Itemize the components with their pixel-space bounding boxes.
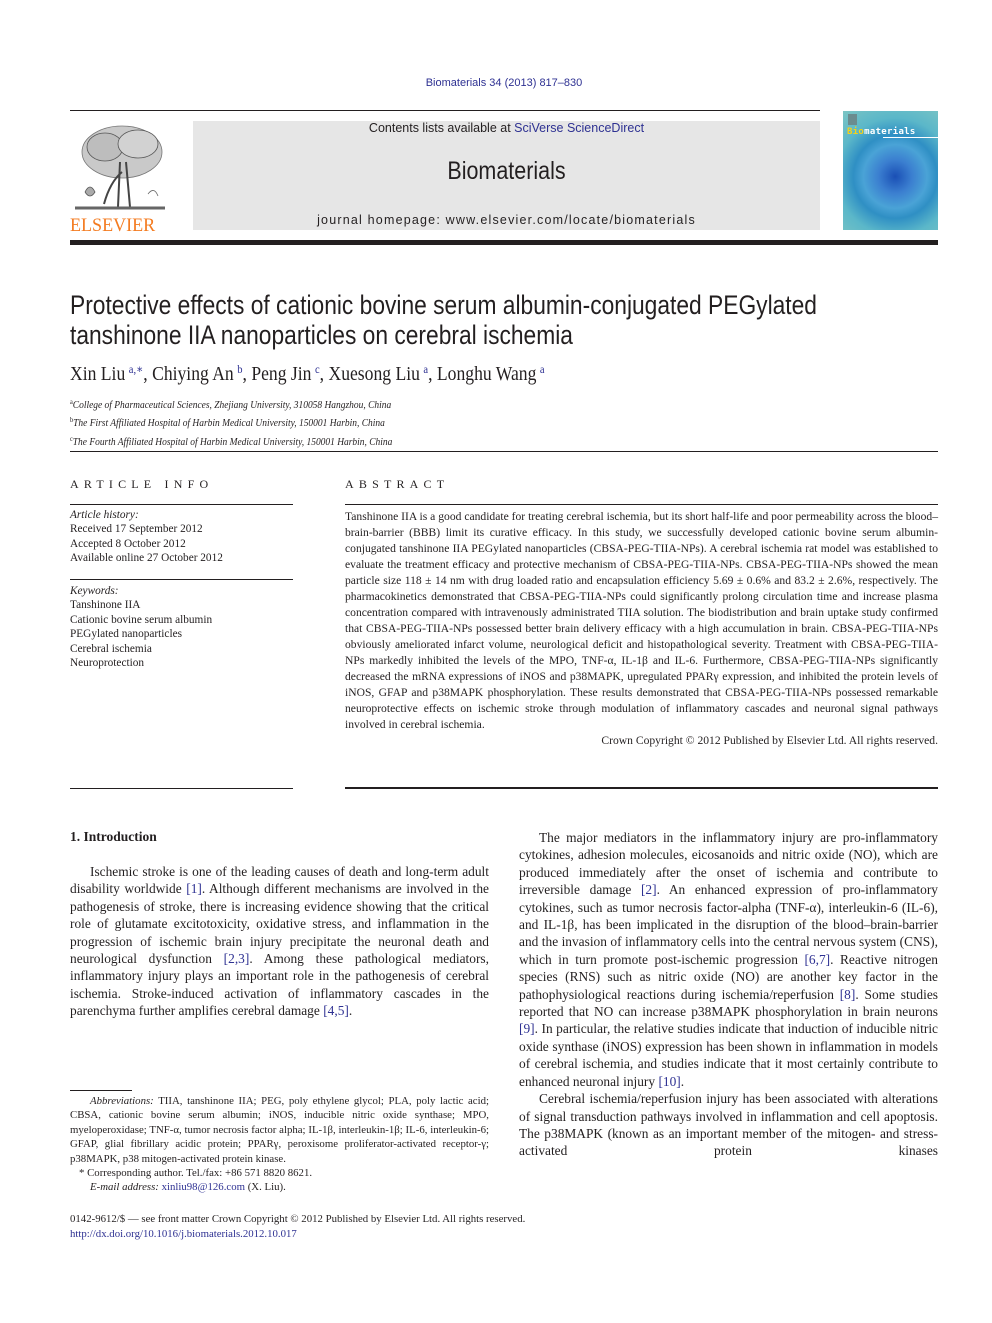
abbreviations-footnote: Abbreviations: TIIA, tanshinone IIA; PEG… — [70, 1095, 489, 1165]
contents-line: Contents lists available at SciVerse Sci… — [193, 121, 820, 135]
article-info-rule — [70, 504, 293, 505]
affiliations: aCollege of Pharmaceutical Sciences, Zhe… — [70, 395, 392, 450]
author-name[interactable]: Peng Jin — [251, 363, 315, 385]
author-name[interactable]: Xin Liu — [70, 363, 129, 385]
sciencedirect-link[interactable]: SciVerse ScienceDirect — [514, 121, 644, 135]
intro-paragraph-1: Ischemic stroke is one of the leading ca… — [70, 864, 489, 1019]
affiliation: cThe Fourth Affiliated Hospital of Harbi… — [70, 434, 393, 448]
email-link[interactable]: xinliu98@126.com — [162, 1181, 245, 1193]
keywords: Keywords: Tanshinone IIA Cationic bovine… — [70, 584, 293, 670]
journal-reference[interactable]: Biomaterials 34 (2013) 817–830 — [0, 77, 992, 89]
title-line-2: tanshinone IIA nanoparticles on cerebral… — [70, 320, 573, 350]
affiliation-marker: a — [70, 398, 73, 406]
elsevier-tree-icon — [75, 125, 165, 210]
abstract-rule — [345, 504, 938, 505]
keyword: Cationic bovine serum albumin — [70, 613, 213, 626]
article-title: Protective effects of cationic bovine se… — [70, 290, 818, 350]
abstract-copyright: Crown Copyright © 2012 Published by Else… — [601, 734, 938, 747]
intro-paragraph-2: The major mediators in the inflammatory … — [519, 830, 939, 1089]
affiliation-marker: c — [70, 434, 73, 443]
author-affiliation-marker[interactable]: a — [540, 362, 545, 376]
article-info-heading: ARTICLE INFO — [70, 477, 214, 491]
intro-right-column: The major mediators in the inflammatory … — [519, 829, 938, 1160]
author-name[interactable]: Xuesong Liu — [328, 363, 423, 385]
citation-link[interactable]: [6,7] — [804, 952, 830, 967]
affiliation-marker: b — [70, 416, 74, 425]
citation-link[interactable]: [2] — [641, 882, 657, 897]
affiliation: aCollege of Pharmaceutical Sciences, Zhe… — [70, 398, 392, 411]
email-note: E-mail address: xinliu98@126.com (X. Liu… — [90, 1181, 286, 1194]
journal-title[interactable]: Biomaterials — [237, 157, 776, 186]
introduction-heading: 1. Introduction — [70, 829, 157, 844]
cover-rule — [883, 137, 938, 138]
elsevier-wordmark: ELSEVIER — [70, 215, 156, 236]
title-bottom-rule — [70, 451, 938, 452]
abstract-bottom-rule — [345, 787, 938, 789]
author-affiliation-marker[interactable]: a,∗ — [129, 362, 144, 376]
citation-link[interactable]: [10] — [658, 1074, 680, 1089]
author-affiliation-marker[interactable]: a — [423, 362, 428, 376]
history-label: Article history: — [70, 509, 139, 521]
keywords-rule — [70, 579, 293, 580]
intro-paragraph-3: Cerebral ischemia/reperfusion injury has… — [519, 1091, 938, 1159]
journal-banner: Contents lists available at SciVerse Sci… — [193, 121, 820, 230]
footnotes: Abbreviations: TIIA, tanshinone IIA; PEG… — [70, 1094, 489, 1195]
author-affiliation-marker[interactable]: b — [237, 362, 242, 376]
keywords-label: Keywords: — [70, 585, 119, 597]
footnote-rule — [70, 1090, 132, 1091]
journal-homepage[interactable]: journal homepage: www.elsevier.com/locat… — [193, 213, 820, 227]
abstract-heading: ABSTRACT — [345, 477, 450, 491]
header-thick-rule — [70, 240, 938, 245]
article-info-bottom-rule — [70, 788, 293, 789]
header-rule — [70, 110, 820, 111]
history-accepted: Accepted 8 October 2012 — [70, 537, 186, 550]
bottom-info: 0142-9612/$ — see front matter Crown Cop… — [70, 1212, 525, 1242]
cover-title: Biomaterials — [847, 127, 916, 137]
article-history: Article history: Received 17 September 2… — [70, 508, 293, 566]
author-affiliation-marker[interactable]: c — [315, 362, 320, 376]
keyword: PEGylated nanoparticles — [70, 628, 182, 641]
cover-elsevier-mark — [848, 114, 857, 125]
citation-link[interactable]: [4,5] — [323, 1003, 349, 1018]
keyword: Cerebral ischemia — [70, 642, 152, 655]
history-received: Received 17 September 2012 — [70, 523, 203, 536]
affiliation: bThe First Affiliated Hospital of Harbin… — [70, 416, 385, 430]
journal-cover-image[interactable]: Biomaterials — [843, 111, 938, 230]
history-online: Available online 27 October 2012 — [70, 552, 223, 565]
citation-link[interactable]: [2,3] — [224, 951, 250, 966]
author-list: Xin Liu a,∗, Chiying An b, Peng Jin c, X… — [70, 362, 545, 385]
author-name[interactable]: Longhu Wang — [437, 363, 540, 385]
abstract-body: Tanshinone IIA is a good candidate for t… — [345, 509, 938, 749]
title-line-1: Protective effects of cationic bovine se… — [70, 290, 817, 320]
author-name[interactable]: Chiying An — [152, 363, 237, 385]
citation-link[interactable]: [8] — [840, 987, 856, 1002]
abstract-text: Tanshinone IIA is a good candidate for t… — [345, 510, 938, 731]
contents-prefix: Contents lists available at — [368, 121, 515, 135]
citation-link[interactable]: [9] — [519, 1021, 535, 1036]
doi-link[interactable]: http://dx.doi.org/10.1016/j.biomaterials… — [70, 1227, 525, 1242]
corresponding-author-note: * Corresponding author. Tel./fax: +86 57… — [79, 1167, 313, 1180]
keyword: Neuroprotection — [70, 657, 145, 670]
keyword: Tanshinone IIA — [70, 599, 141, 612]
issn-line: 0142-9612/$ — see front matter Crown Cop… — [70, 1213, 526, 1225]
elsevier-logo[interactable]: ELSEVIER — [70, 122, 170, 236]
citation-link[interactable]: [1] — [186, 881, 202, 896]
